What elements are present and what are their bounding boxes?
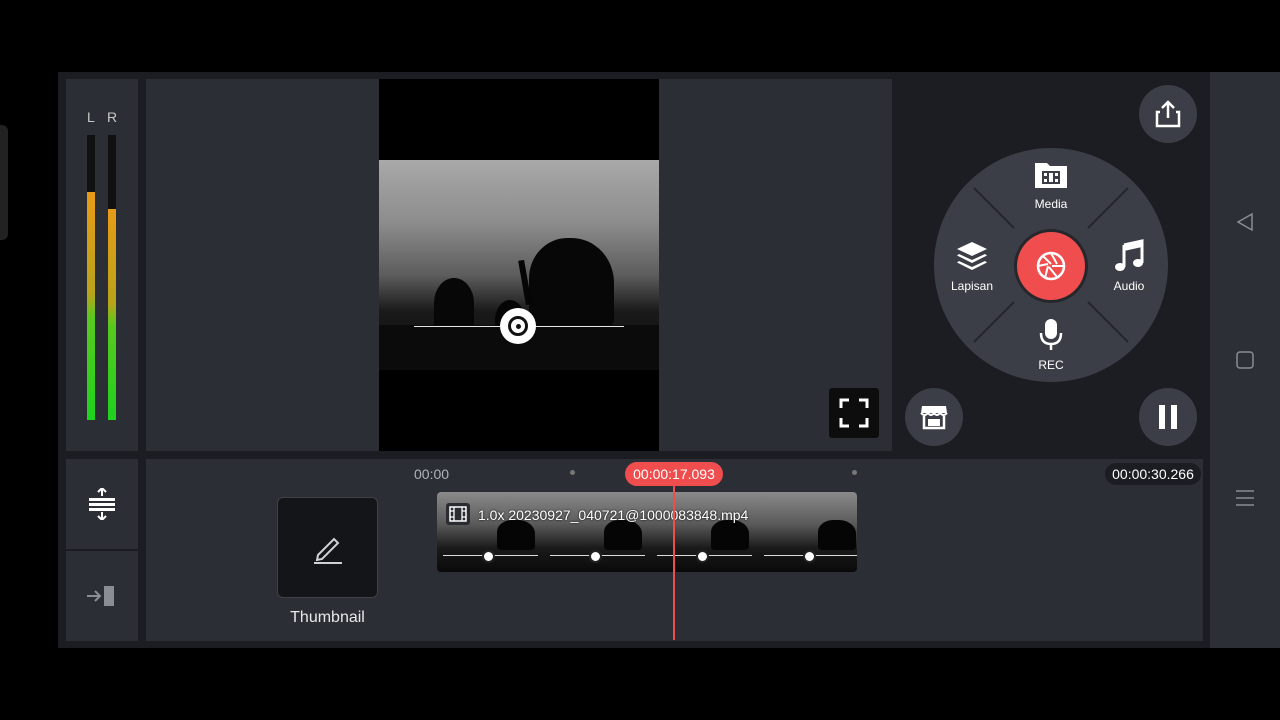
playhead-time-badge[interactable]: 00:00:17.093 bbox=[625, 462, 723, 486]
end-time-badge: 00:00:30.266 bbox=[1105, 463, 1201, 485]
back-icon[interactable] bbox=[1235, 212, 1255, 232]
thumbnail-label: Thumbnail bbox=[290, 609, 365, 626]
end-time: 00:00:30.266 bbox=[1112, 466, 1194, 482]
meter-left-label: L bbox=[87, 109, 95, 125]
audio-button[interactable]: Audio bbox=[1089, 238, 1169, 298]
rec-label: REC bbox=[1038, 358, 1064, 372]
playhead-time: 00:00:17.093 bbox=[633, 466, 715, 482]
home-icon[interactable] bbox=[1235, 350, 1255, 370]
playhead-line bbox=[673, 476, 675, 640]
music-disc-icon bbox=[500, 308, 536, 344]
video-preview[interactable] bbox=[379, 79, 659, 451]
capture-button[interactable] bbox=[1014, 229, 1088, 303]
microphone-icon bbox=[1039, 319, 1063, 350]
layers-icon bbox=[957, 242, 987, 270]
layer-label: Lapisan bbox=[950, 279, 994, 293]
preview-frame-image bbox=[379, 160, 659, 370]
record-button[interactable]: REC bbox=[1011, 318, 1091, 378]
media-folder-icon bbox=[1035, 163, 1067, 188]
meter-right-bar bbox=[108, 135, 116, 420]
expand-tracks-icon bbox=[89, 488, 115, 520]
track-height-button[interactable] bbox=[66, 459, 138, 551]
thumbnail-button[interactable] bbox=[277, 497, 378, 598]
clip-frame bbox=[651, 492, 758, 572]
asset-store-button[interactable] bbox=[905, 388, 963, 446]
camera-shutter-icon bbox=[1036, 251, 1066, 281]
audio-label: Audio bbox=[1113, 279, 1145, 293]
fullscreen-icon bbox=[839, 398, 869, 428]
music-note-icon bbox=[1115, 239, 1144, 271]
jump-to-start-icon bbox=[87, 586, 114, 606]
edge-handle bbox=[0, 125, 8, 240]
meter-right-fill bbox=[108, 209, 116, 420]
jump-to-start-button[interactable] bbox=[66, 551, 138, 641]
share-icon bbox=[1155, 100, 1181, 128]
media-button[interactable]: Media bbox=[1011, 155, 1091, 215]
fullscreen-button[interactable] bbox=[829, 388, 879, 438]
menu-icon[interactable] bbox=[1235, 488, 1255, 508]
clip-film-icon bbox=[446, 503, 470, 525]
video-clip[interactable]: 1.0x 20230927_040721@1000083848.mp4 bbox=[437, 492, 857, 572]
meter-left-bar bbox=[87, 135, 95, 420]
clip-name: 1.0x 20230927_040721@1000083848.mp4 bbox=[478, 507, 749, 523]
store-icon bbox=[920, 406, 948, 430]
capture-button-face bbox=[1017, 232, 1085, 300]
audio-meter-panel bbox=[66, 79, 138, 451]
pencil-icon bbox=[313, 537, 342, 564]
clip-frame bbox=[544, 492, 651, 572]
pause-icon bbox=[1159, 405, 1177, 429]
media-label: Media bbox=[1034, 197, 1068, 211]
share-button[interactable] bbox=[1139, 85, 1197, 143]
film-icon bbox=[449, 506, 467, 522]
timeline-tick bbox=[570, 470, 575, 475]
timeline-tick bbox=[852, 470, 857, 475]
meter-right-label: R bbox=[107, 109, 118, 125]
pause-button[interactable] bbox=[1139, 388, 1197, 446]
layer-button[interactable]: Lapisan bbox=[932, 238, 1012, 298]
meter-left-fill bbox=[87, 192, 95, 420]
clip-frame bbox=[758, 492, 857, 572]
timeline-start-time: 00:00 bbox=[414, 466, 450, 482]
